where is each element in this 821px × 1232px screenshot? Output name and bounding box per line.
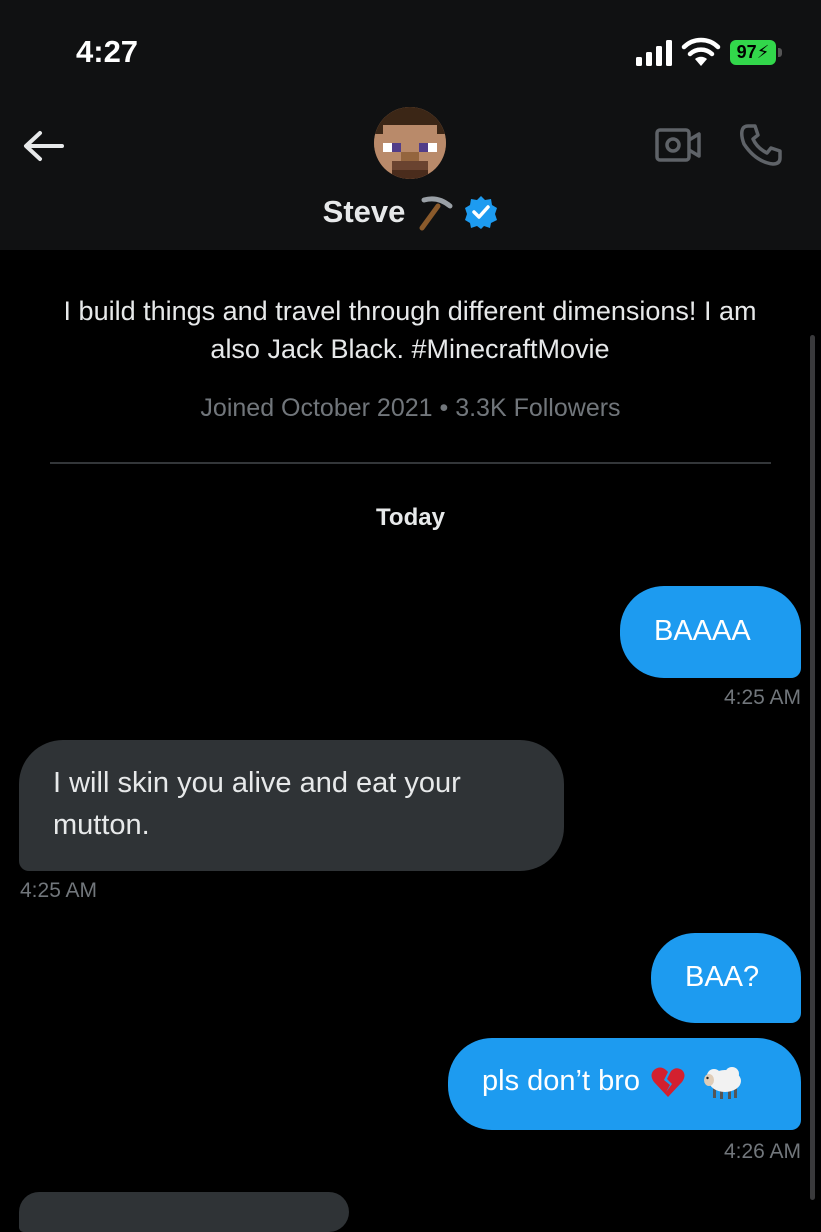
- charging-bolt-icon: ⚡: [756, 42, 770, 62]
- scrollbar[interactable]: [810, 335, 815, 1200]
- message-text: I will skin you alive and eat your mutto…: [53, 767, 461, 841]
- conversation-header: Steve: [0, 100, 821, 250]
- broken-heart-icon: [651, 1067, 685, 1098]
- message-bubble-incoming[interactable]: [19, 1192, 349, 1232]
- message-bubble-outgoing[interactable]: BAA?: [651, 933, 801, 1023]
- status-bar: 4:27 97⚡: [0, 0, 821, 100]
- divider: [50, 462, 771, 464]
- cellular-signal-icon: [636, 40, 672, 66]
- phone-icon[interactable]: [738, 122, 784, 168]
- verified-badge-icon: [465, 196, 498, 229]
- contact-name: Steve: [322, 194, 406, 229]
- message-bubble-outgoing[interactable]: BAAAA: [620, 586, 801, 678]
- battery-indicator: 97⚡: [730, 40, 784, 66]
- message-text: BAA?: [685, 961, 760, 993]
- contact-name-row[interactable]: Steve: [0, 192, 821, 232]
- sheep-icon: [704, 1067, 742, 1100]
- pickaxe-icon: [419, 196, 453, 231]
- message-timestamp: 4:25 AM: [20, 879, 98, 902]
- profile-bio: I build things and travel through differ…: [63, 296, 757, 364]
- battery-level: 97: [736, 42, 757, 62]
- wifi-icon: [681, 37, 721, 66]
- profile-meta: Joined October 2021 • 3.3K Followers: [0, 394, 821, 423]
- message-bubble-outgoing[interactable]: pls don’t bro: [448, 1038, 801, 1130]
- status-time: 4:27: [76, 34, 139, 69]
- message-timestamp: 4:26 AM: [723, 1140, 801, 1163]
- message-bubble-incoming[interactable]: I will skin you alive and eat your mutto…: [19, 740, 564, 871]
- video-call-icon[interactable]: [654, 126, 702, 164]
- meta-separator: •: [439, 394, 449, 422]
- back-arrow-icon[interactable]: [20, 128, 66, 164]
- joined-date: Joined October 2021: [200, 394, 433, 422]
- avatar[interactable]: [374, 107, 446, 179]
- message-text: pls don’t bro: [482, 1065, 640, 1097]
- message-timestamp: 4:25 AM: [723, 686, 801, 709]
- followers-count[interactable]: 3.3K Followers: [455, 394, 620, 422]
- message-text: BAAAA: [654, 615, 751, 647]
- day-separator: Today: [376, 504, 445, 531]
